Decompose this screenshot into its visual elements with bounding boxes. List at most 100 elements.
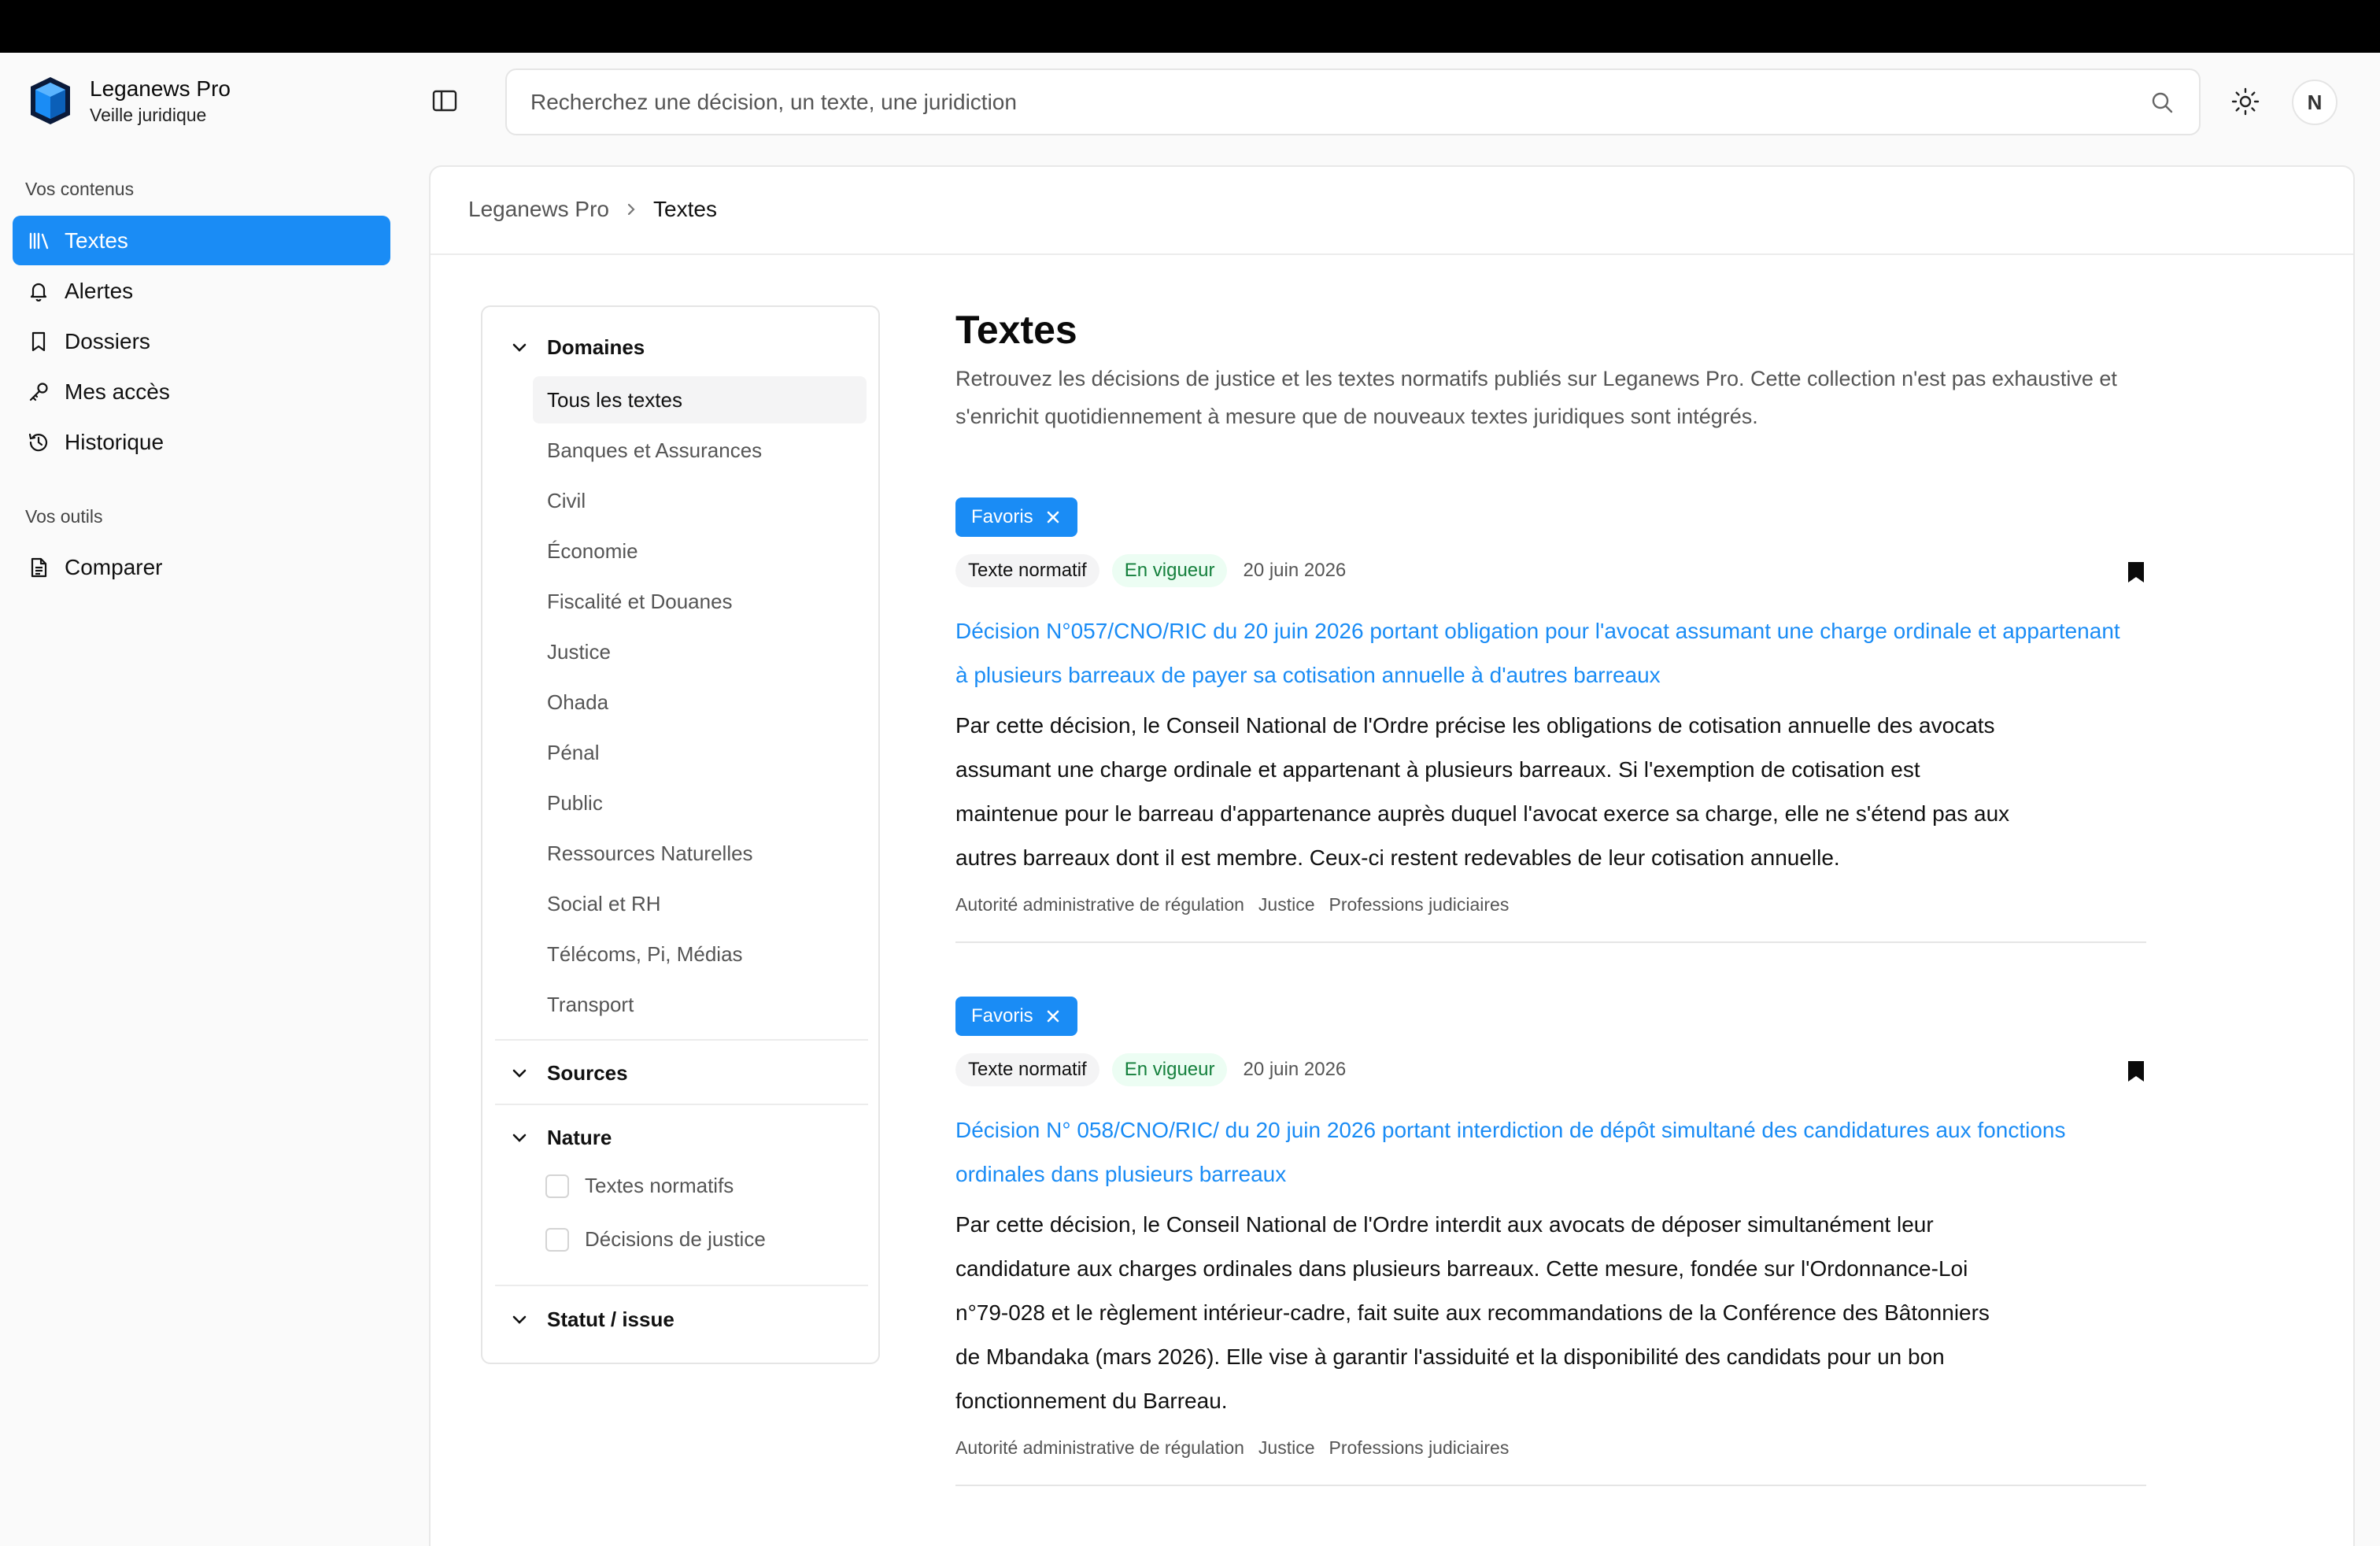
result-title-link[interactable]: Décision N° 058/CNO/RIC/ du 20 juin 2026… xyxy=(955,1108,2136,1196)
domain-item-civil[interactable]: Civil xyxy=(533,477,867,524)
result-item: Favoris Texte normatif En vigueur 20 jui… xyxy=(955,497,2146,970)
chevron-down-icon xyxy=(512,1134,527,1142)
status-badge: En vigueur xyxy=(1111,554,1228,587)
domain-item-label: Pénal xyxy=(547,740,600,764)
history-icon xyxy=(28,433,48,451)
bookmark-icon[interactable] xyxy=(2126,560,2146,584)
avatar[interactable]: N xyxy=(2292,80,2338,125)
chip-label: Favoris xyxy=(971,1005,1033,1026)
app-tagline: Veille juridique xyxy=(90,105,207,125)
result-divider xyxy=(955,1485,2146,1486)
chip-label: Favoris xyxy=(971,506,1033,527)
section-label-tools: Vos outils xyxy=(25,506,103,527)
app-name: Leganews Pro xyxy=(90,76,231,101)
search-bar[interactable]: Recherchez une décision, un texte, une j… xyxy=(505,68,2201,135)
domain-item-label: Tous les textes xyxy=(547,387,682,412)
sidebar-item-label: Alertes xyxy=(65,278,134,303)
tag[interactable]: Professions judiciaires xyxy=(1329,894,1510,915)
sidebar-item-textes[interactable]: Textes xyxy=(13,216,390,265)
filter-sources-label: Sources xyxy=(547,1061,628,1085)
bell-icon xyxy=(30,283,47,301)
breadcrumb-root[interactable]: Leganews Pro xyxy=(468,197,609,222)
logo-icon xyxy=(31,77,70,124)
library-icon xyxy=(29,232,49,249)
filter-sources-toggle[interactable]: Sources xyxy=(509,1061,628,1086)
chevron-down-icon xyxy=(512,1315,527,1324)
domain-item-ohada[interactable]: Ohada xyxy=(533,679,867,726)
bookmark-icon[interactable] xyxy=(2126,1060,2146,1083)
filter-status-label: Statut / issue xyxy=(547,1307,674,1331)
sidebar-item-mes-acces[interactable]: Mes accès xyxy=(13,367,390,416)
nature-option-textes-normatifs[interactable]: Textes normatifs xyxy=(545,1174,734,1198)
filter-nature-toggle[interactable]: Nature xyxy=(509,1126,612,1150)
sidebar-item-label: Textes xyxy=(65,227,128,253)
result-summary: Par cette décision, le Conseil National … xyxy=(955,713,2010,870)
close-icon[interactable] xyxy=(1044,509,1062,526)
domain-item-label: Télécoms, Pi, Médias xyxy=(547,941,743,966)
nature-option-label: Décisions de justice xyxy=(585,1227,766,1251)
domain-item-label: Public xyxy=(547,790,603,815)
sidebar-item-historique[interactable]: Historique xyxy=(13,417,390,467)
checkbox[interactable] xyxy=(545,1227,569,1252)
domain-item-social[interactable]: Social et RH xyxy=(533,880,867,927)
domain-item-ressources[interactable]: Ressources Naturelles xyxy=(533,830,867,877)
tag[interactable]: Professions judiciaires xyxy=(1329,1437,1510,1459)
filter-divider xyxy=(495,1039,868,1041)
domain-item-justice[interactable]: Justice xyxy=(533,628,867,675)
brand[interactable]: Leganews Pro Veille juridique xyxy=(28,75,231,127)
tag[interactable]: Justice xyxy=(1258,1437,1315,1459)
section-label-contents: Vos contenus xyxy=(25,179,135,199)
nature-option-label: Textes normatifs xyxy=(585,1174,734,1197)
sidebar-item-alertes[interactable]: Alertes xyxy=(13,266,390,316)
close-icon[interactable] xyxy=(1044,1008,1062,1025)
favorites-filter-chip[interactable]: Favoris xyxy=(955,997,1077,1036)
domain-item-label: Ressources Naturelles xyxy=(547,841,753,865)
filter-domains-toggle[interactable]: Domaines xyxy=(509,335,645,360)
result-tags: Autorité administrative de régulation Ju… xyxy=(955,894,1509,915)
domain-item-label: Fiscalité et Douanes xyxy=(547,589,733,613)
favorites-filter-chip[interactable]: Favoris xyxy=(955,497,1077,537)
nature-option-decisions-justice[interactable]: Décisions de justice xyxy=(545,1227,766,1252)
filter-domains-label: Domaines xyxy=(547,335,645,359)
sidebar-item-comparer[interactable]: Comparer xyxy=(13,542,390,592)
domain-item-public[interactable]: Public xyxy=(533,779,867,827)
sidebar-toggle-icon[interactable] xyxy=(431,87,459,115)
domain-item-tous[interactable]: Tous les textes xyxy=(533,376,867,423)
result-date: 20 juin 2026 xyxy=(1243,560,1347,581)
tag[interactable]: Autorité administrative de régulation xyxy=(955,1437,1244,1459)
filter-divider xyxy=(495,1285,868,1286)
key-icon xyxy=(29,382,48,401)
tag[interactable]: Autorité administrative de régulation xyxy=(955,894,1244,915)
domain-item-economie[interactable]: Économie xyxy=(533,527,867,575)
result-summary: Par cette décision, le Conseil National … xyxy=(955,1212,1990,1413)
page-description: Retrouvez les décisions de justice et le… xyxy=(955,367,2117,428)
breadcrumb-current: Textes xyxy=(653,197,717,221)
page-title: Textes xyxy=(955,308,1077,352)
sidebar-item-label: Mes accès xyxy=(65,379,170,404)
result-item: Favoris Texte normatif En vigueur 20 jui… xyxy=(955,997,2146,1546)
window-top-bar xyxy=(0,0,2380,53)
search-icon[interactable] xyxy=(2149,89,2175,116)
sun-icon[interactable] xyxy=(2230,87,2260,117)
domain-item-label: Banques et Assurances xyxy=(547,438,763,462)
filter-nature-label: Nature xyxy=(547,1126,612,1149)
bookmark-icon xyxy=(31,331,46,351)
result-date: 20 juin 2026 xyxy=(1243,1059,1347,1080)
sidebar-item-dossiers[interactable]: Dossiers xyxy=(13,316,390,366)
result-title-link[interactable]: Décision N°057/CNO/RIC du 20 juin 2026 p… xyxy=(955,609,2136,697)
main-panel: Leganews Pro Textes Domaines Tous les te… xyxy=(429,165,2355,1546)
search-input[interactable]: Recherchez une décision, un texte, une j… xyxy=(530,90,2149,115)
checkbox[interactable] xyxy=(545,1174,569,1198)
domain-item-telecoms[interactable]: Télécoms, Pi, Médias xyxy=(533,930,867,978)
domain-item-transport[interactable]: Transport xyxy=(533,981,867,1028)
domain-item-banques[interactable]: Banques et Assurances xyxy=(533,427,867,474)
result-tags: Autorité administrative de régulation Ju… xyxy=(955,1437,1509,1459)
filter-status-toggle[interactable]: Statut / issue xyxy=(509,1307,674,1332)
domain-item-label: Justice xyxy=(547,639,611,664)
tag[interactable]: Justice xyxy=(1258,894,1315,915)
chevron-down-icon xyxy=(512,1069,527,1078)
domain-item-fiscalite[interactable]: Fiscalité et Douanes xyxy=(533,578,867,625)
sidebar-item-label: Dossiers xyxy=(65,328,150,353)
domain-item-penal[interactable]: Pénal xyxy=(533,729,867,776)
domain-item-label: Social et RH xyxy=(547,891,661,915)
